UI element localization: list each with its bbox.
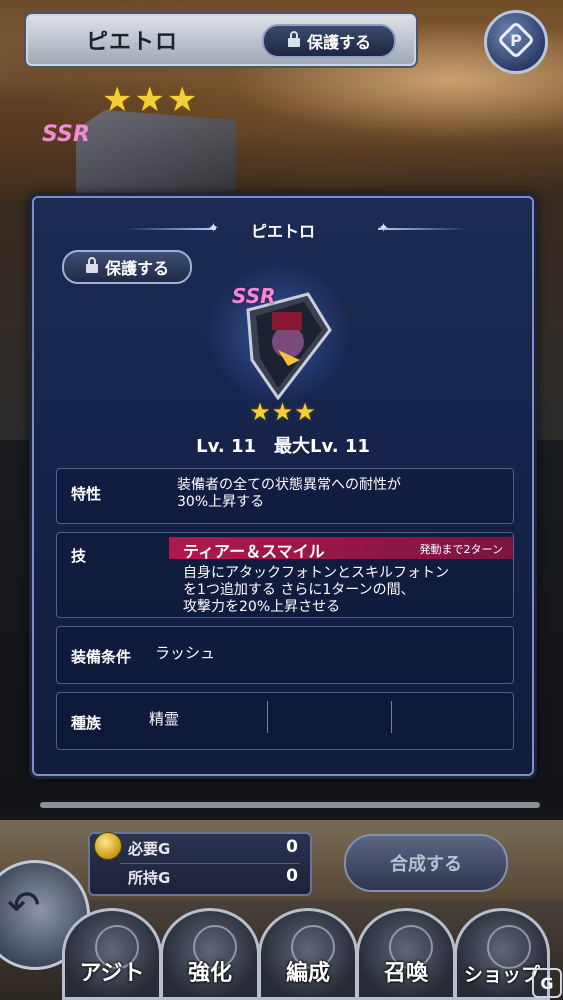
svg-text:P: P	[510, 31, 522, 50]
nav-hideout[interactable]: アジト	[62, 908, 162, 1000]
equip-condition-value: ラッシュ	[155, 644, 216, 662]
nav-enhance-label: 強化	[187, 961, 232, 986]
nav-hideout-label: アジト	[79, 961, 145, 986]
protect-button[interactable]: 保護する	[62, 250, 192, 284]
race-label: 種族	[71, 714, 102, 732]
equip-condition-row: 装備条件 ラッシュ	[56, 626, 514, 684]
skill-timer: 発動まで2ターン	[419, 543, 503, 556]
race-divider	[391, 701, 392, 733]
help-button[interactable]: P	[484, 10, 548, 74]
protect-label: 保護する	[104, 259, 169, 278]
trait-line-1: 装備者の全ての状態異常への耐性が	[177, 477, 401, 493]
background-stars: ★★★	[102, 80, 200, 120]
protect-label-top: 保護する	[306, 33, 371, 52]
gold-divider	[120, 863, 300, 864]
race-divider	[267, 701, 268, 733]
trait-line-2: 30%上昇する	[177, 494, 265, 510]
nav-summon[interactable]: 召喚	[356, 908, 456, 1000]
scrollbar[interactable]	[40, 802, 540, 808]
back-arrow-icon: ↶	[7, 883, 41, 929]
watermark-logo: G	[532, 968, 562, 998]
background-rarity: SSR	[42, 122, 90, 147]
nav-summon-label: 召喚	[383, 961, 428, 986]
item-level: Lv. 11 最大Lv. 11	[196, 436, 370, 457]
race-value: 精霊	[149, 710, 180, 728]
nav-party[interactable]: 編成	[258, 908, 358, 1000]
skill-line-3: 攻撃力を20%上昇させる	[183, 599, 341, 615]
skill-label: 技	[71, 547, 87, 565]
skill-name-bar: ティアー＆スマイル 発動まで2ターン	[169, 537, 513, 561]
title-decoration-right	[378, 228, 468, 230]
trait-label: 特性	[71, 485, 102, 503]
lock-icon	[85, 257, 99, 277]
title-bar: ピエトロ 保護する	[24, 12, 418, 68]
page-title: ピエトロ	[86, 30, 179, 55]
required-gold-value: 0	[286, 837, 298, 857]
equip-condition-label: 装備条件	[71, 648, 132, 666]
gold-coin-icon	[94, 832, 122, 860]
skill-name: ティアー＆スマイル	[183, 542, 325, 561]
item-rarity: SSR	[232, 284, 276, 308]
item-detail-panel: ✦ ピエトロ ✦ 保護する SSR ★★★ Lv. 11 最大Lv. 11 特性…	[32, 196, 534, 776]
protect-button-top[interactable]: 保護する	[262, 24, 396, 58]
gold-box: 必要G 0 所持G 0	[88, 832, 312, 896]
item-stars: ★★★	[249, 398, 317, 426]
nav-enhance[interactable]: 強化	[160, 908, 260, 1000]
skill-line-2: を1つ追加する さらに1ターンの間、	[183, 582, 415, 598]
skill-row: 技 ティアー＆スマイル 発動まで2ターン 自身にアタックフォトンとスキルフォトン…	[56, 532, 514, 618]
help-icon: P	[499, 23, 533, 61]
owned-gold-value: 0	[286, 866, 298, 886]
panel-title: ピエトロ	[250, 222, 315, 241]
race-row: 種族 精霊	[56, 692, 514, 750]
lock-icon	[287, 31, 301, 51]
compose-button[interactable]: 合成する	[344, 834, 508, 892]
nav-party-label: 編成	[285, 961, 330, 986]
required-gold-label: 必要G	[128, 840, 171, 858]
trait-row: 特性 装備者の全ての状態異常への耐性が 30%上昇する	[56, 468, 514, 524]
skill-line-1: 自身にアタックフォトンとスキルフォトン	[183, 565, 449, 581]
owned-gold-label: 所持G	[128, 869, 171, 887]
